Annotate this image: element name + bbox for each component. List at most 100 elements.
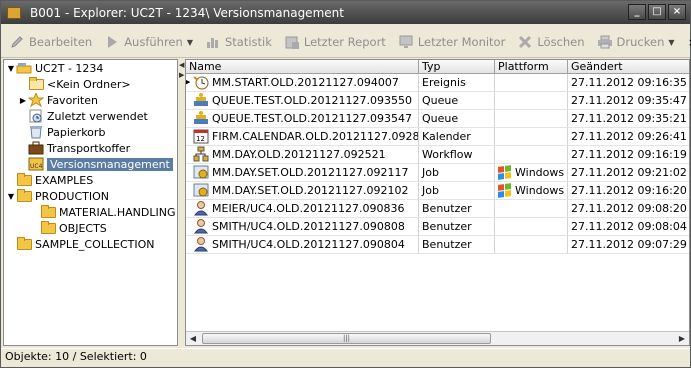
table-row[interactable]: MM.DAY.SET.OLD.20121127.092117 Job Windows… — [186, 164, 689, 182]
maximize-button[interactable]: □ — [648, 4, 666, 20]
table-row[interactable]: MM.DAY.SET.OLD.20121127.092102 Job Windows… — [186, 182, 689, 200]
pencil-icon — [9, 34, 25, 50]
row-type: Benutzer — [422, 220, 472, 233]
close-button[interactable]: × — [668, 4, 686, 20]
row-name: SMITH/UC4.OLD.20121127.090808 — [212, 220, 405, 233]
row-name: MM.DAY.SET.OLD.20121127.092102 — [212, 184, 409, 197]
table-row[interactable]: SMITH/UC4.OLD.20121127.090804 Benutzer 27.… — [186, 236, 689, 254]
folder-tree[interactable]: ▼ UC2T - 1234 <Kein Ordner> ▶ Favoriten … — [3, 59, 178, 346]
table-row[interactable]: MM.DAY.OLD.20121127.092521 Workflow 27.11.… — [186, 146, 689, 164]
row-name: QUEUE.TEST.OLD.20121127.093550 — [212, 94, 412, 107]
tree-item-no-folder[interactable]: <Kein Ordner> — [18, 76, 131, 92]
cell-type: Benutzer — [419, 218, 495, 236]
cell-platform — [495, 236, 568, 254]
minimize-button[interactable]: _ — [628, 4, 646, 20]
cell-platform — [495, 128, 568, 146]
last-monitor-label: Letzter Monitor — [417, 35, 506, 49]
column-header-platform[interactable]: Plattform — [495, 60, 568, 74]
tree-item-label: Transportkoffer — [47, 141, 131, 155]
table-row[interactable]: QUEUE.TEST.OLD.20121127.093547 Queue 27.11… — [186, 110, 689, 128]
pane-splitter[interactable]: ◀ ▶ — [179, 59, 184, 346]
table-row[interactable]: QUEUE.TEST.OLD.20121127.093550 Queue 27.11… — [186, 92, 689, 110]
cell-changed: 27.11.2012 09:35:21 — [568, 110, 689, 128]
column-header-changed[interactable]: Geändert — [568, 60, 689, 74]
tree-item-sample-collection[interactable]: SAMPLE_COLLECTION — [6, 236, 155, 252]
table-row[interactable]: 12 FIRM.CALENDAR.OLD.20121127.092813 Kalen… — [186, 128, 689, 146]
tree-item-version-management[interactable]: UC4 Versionsmanagement — [18, 156, 173, 172]
horizontal-scrollbar[interactable]: ◀ ||| ▶ — [186, 331, 689, 345]
cell-type: Queue — [419, 110, 495, 128]
tree-item-material-handling[interactable]: MATERIAL.HANDLING — [30, 204, 176, 220]
row-type: Job — [422, 184, 439, 197]
delete-button[interactable]: Löschen — [517, 34, 585, 50]
execute-label: Ausführen — [124, 35, 183, 49]
column-header-type[interactable]: Typ — [419, 60, 495, 74]
tree-item-favorites[interactable]: ▶ Favoriten — [18, 92, 98, 108]
cell-platform: Windows — [495, 182, 568, 200]
collapse-left-icon[interactable]: ◀ — [179, 61, 184, 69]
statistics-label: Statistik — [224, 35, 272, 49]
chevron-down-icon[interactable]: ▼ — [668, 38, 674, 47]
scroll-left-icon[interactable]: ◀ — [186, 332, 200, 345]
row-changed: 27.11.2012 09:26:41 — [571, 130, 687, 143]
scrollbar-thumb[interactable]: ||| — [202, 333, 491, 344]
cell-name: QUEUE.TEST.OLD.20121127.093550 — [186, 92, 419, 110]
statistics-button[interactable]: Statistik — [205, 34, 272, 50]
collapse-right-icon[interactable]: ▶ — [179, 71, 184, 79]
row-type: Workflow — [422, 148, 473, 161]
tree-item-label: Papierkorb — [47, 125, 106, 139]
row-changed: 27.11.2012 09:08:20 — [571, 202, 687, 215]
cell-platform — [495, 92, 568, 110]
column-header-name[interactable]: Name — [186, 60, 419, 74]
row-name: MM.START.OLD.20121127.094007 — [212, 76, 399, 89]
clock-icon — [28, 109, 44, 123]
tree-item-recycle-bin[interactable]: Papierkorb — [18, 124, 105, 140]
row-changed: 27.11.2012 09:35:47 — [571, 94, 687, 107]
tree-item-recent[interactable]: Zuletzt verwendet — [18, 108, 148, 124]
collapse-icon[interactable]: ▼ — [6, 192, 16, 201]
job-icon — [193, 164, 209, 180]
cell-changed: 27.11.2012 09:21:02 — [568, 164, 689, 182]
chevron-down-icon[interactable]: ▼ — [187, 38, 193, 47]
cell-name: SMITH/UC4.OLD.20121127.090808 — [186, 218, 419, 236]
windows-icon — [498, 182, 511, 198]
expand-icon[interactable]: ▶ — [18, 96, 28, 105]
list-header: Name Typ Plattform Geändert — [186, 60, 689, 74]
tree-item-transport-case[interactable]: Transportkoffer — [18, 140, 130, 156]
tree-item-label: Versionsmanagement — [47, 157, 173, 171]
last-report-button[interactable]: Letzter Report — [284, 34, 386, 50]
row-pointer-icon: ▶ — [186, 74, 190, 90]
app-icon — [7, 6, 21, 19]
cell-name: ▶ MM.START.OLD.20121127.094007 — [186, 74, 419, 92]
last-report-label: Letzter Report — [303, 35, 386, 49]
calendar-icon: 12 — [193, 128, 209, 144]
table-row[interactable]: ▶ MM.START.OLD.20121127.094007 Ereignis 27.… — [186, 74, 689, 92]
execute-button[interactable]: Ausführen ▼ — [104, 34, 193, 50]
no-folder-icon — [28, 76, 44, 91]
cell-changed: 27.11.2012 09:35:47 — [568, 92, 689, 110]
print-button[interactable]: Drucken ▼ — [597, 34, 675, 50]
title-bar[interactable]: B001 - Explorer: UC2T - 1234\ Versionsma… — [1, 1, 690, 24]
tree-root[interactable]: ▼ UC2T - 1234 — [6, 60, 103, 76]
cell-name: MM.DAY.SET.OLD.20121127.092102 — [186, 182, 419, 200]
cell-platform — [495, 146, 568, 164]
cell-name: MM.DAY.SET.OLD.20121127.092117 — [186, 164, 419, 182]
printer-icon — [597, 34, 613, 50]
tree-item-production[interactable]: ▼ PRODUCTION — [6, 188, 109, 204]
cell-name: MM.DAY.OLD.20121127.092521 — [186, 146, 419, 164]
last-monitor-button[interactable]: Letzter Monitor — [398, 34, 506, 50]
scroll-right-icon[interactable]: ▶ — [675, 332, 689, 345]
cell-platform — [495, 200, 568, 218]
edit-button[interactable]: Bearbeiten — [9, 34, 92, 50]
row-type: Benutzer — [422, 202, 472, 215]
tree-item-examples[interactable]: EXAMPLES — [6, 172, 93, 188]
table-row[interactable]: SMITH/UC4.OLD.20121127.090808 Benutzer 27.… — [186, 218, 689, 236]
collapse-icon[interactable]: ▼ — [6, 64, 16, 73]
row-changed: 27.11.2012 09:16:35 — [571, 76, 687, 89]
table-row[interactable]: MEIER/UC4.OLD.20121127.090836 Benutzer 27.… — [186, 200, 689, 218]
folder-icon — [40, 220, 56, 235]
user-icon — [193, 236, 209, 252]
report-icon — [284, 34, 300, 50]
object-list[interactable]: Name Typ Plattform Geändert ▶ MM.START.OL… — [185, 59, 690, 346]
tree-item-objects[interactable]: OBJECTS — [30, 220, 107, 236]
